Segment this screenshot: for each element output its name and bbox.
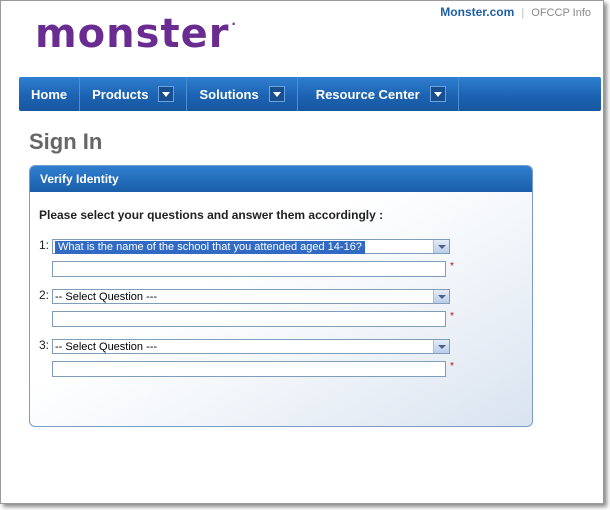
nav-item-label: Resource Center <box>315 86 420 102</box>
top-links-separator: | <box>521 7 525 19</box>
instructions-text: Please select your questions and answer … <box>39 208 384 222</box>
main-nav: Home Products Solutions Resource Center <box>19 77 601 111</box>
security-answer-input-1[interactable] <box>52 261 446 277</box>
chevron-down-icon[interactable] <box>433 240 449 253</box>
security-question-select-1[interactable]: What is the name of the school that you … <box>52 239 450 254</box>
required-marker: * <box>450 311 454 322</box>
nav-item-resource-center[interactable]: Resource Center <box>298 77 459 111</box>
security-question-select-2[interactable]: -- Select Question --- <box>52 289 450 304</box>
nav-item-label: Home <box>31 86 68 102</box>
page-title: Sign In <box>29 129 103 154</box>
security-question-select-3[interactable]: -- Select Question --- <box>52 339 450 354</box>
nav-item-solutions[interactable]: Solutions <box>187 77 298 111</box>
chevron-down-icon[interactable] <box>433 290 449 303</box>
monster-logo[interactable]: monster · <box>35 11 237 57</box>
nav-item-label: Solutions <box>199 86 259 102</box>
question-number: 2: <box>39 288 50 302</box>
chevron-down-icon[interactable] <box>429 86 446 102</box>
required-marker: * <box>450 361 454 372</box>
top-links: Monster.com | OFCCP Info <box>440 5 591 19</box>
selected-question-text: -- Select Question --- <box>55 341 158 353</box>
ofccp-info-link[interactable]: OFCCP Info <box>531 7 591 19</box>
logo-text: monster <box>35 11 230 57</box>
selected-question-text: -- Select Question --- <box>55 291 158 303</box>
question-number: 1: <box>39 238 50 252</box>
verify-identity-panel: Verify Identity Please select your quest… <box>29 165 533 427</box>
chevron-down-icon[interactable] <box>433 340 449 353</box>
nav-item-products[interactable]: Products <box>80 77 188 111</box>
chevron-down-icon[interactable] <box>158 86 175 102</box>
security-answer-input-2[interactable] <box>52 311 446 327</box>
question-number: 3: <box>39 338 50 352</box>
panel-heading: Verify Identity <box>30 166 532 192</box>
nav-item-home[interactable]: Home <box>19 77 81 111</box>
nav-item-label: Products <box>92 86 149 102</box>
logo-mark: · <box>231 17 237 31</box>
browser-window: Monster.com | OFCCP Info monster · Home P… <box>0 0 604 504</box>
monster-home-link[interactable]: Monster.com <box>440 5 514 19</box>
required-marker: * <box>450 261 454 272</box>
chevron-down-icon[interactable] <box>268 86 285 102</box>
selected-question-text: What is the name of the school that you … <box>55 241 365 254</box>
security-answer-input-3[interactable] <box>52 361 446 377</box>
